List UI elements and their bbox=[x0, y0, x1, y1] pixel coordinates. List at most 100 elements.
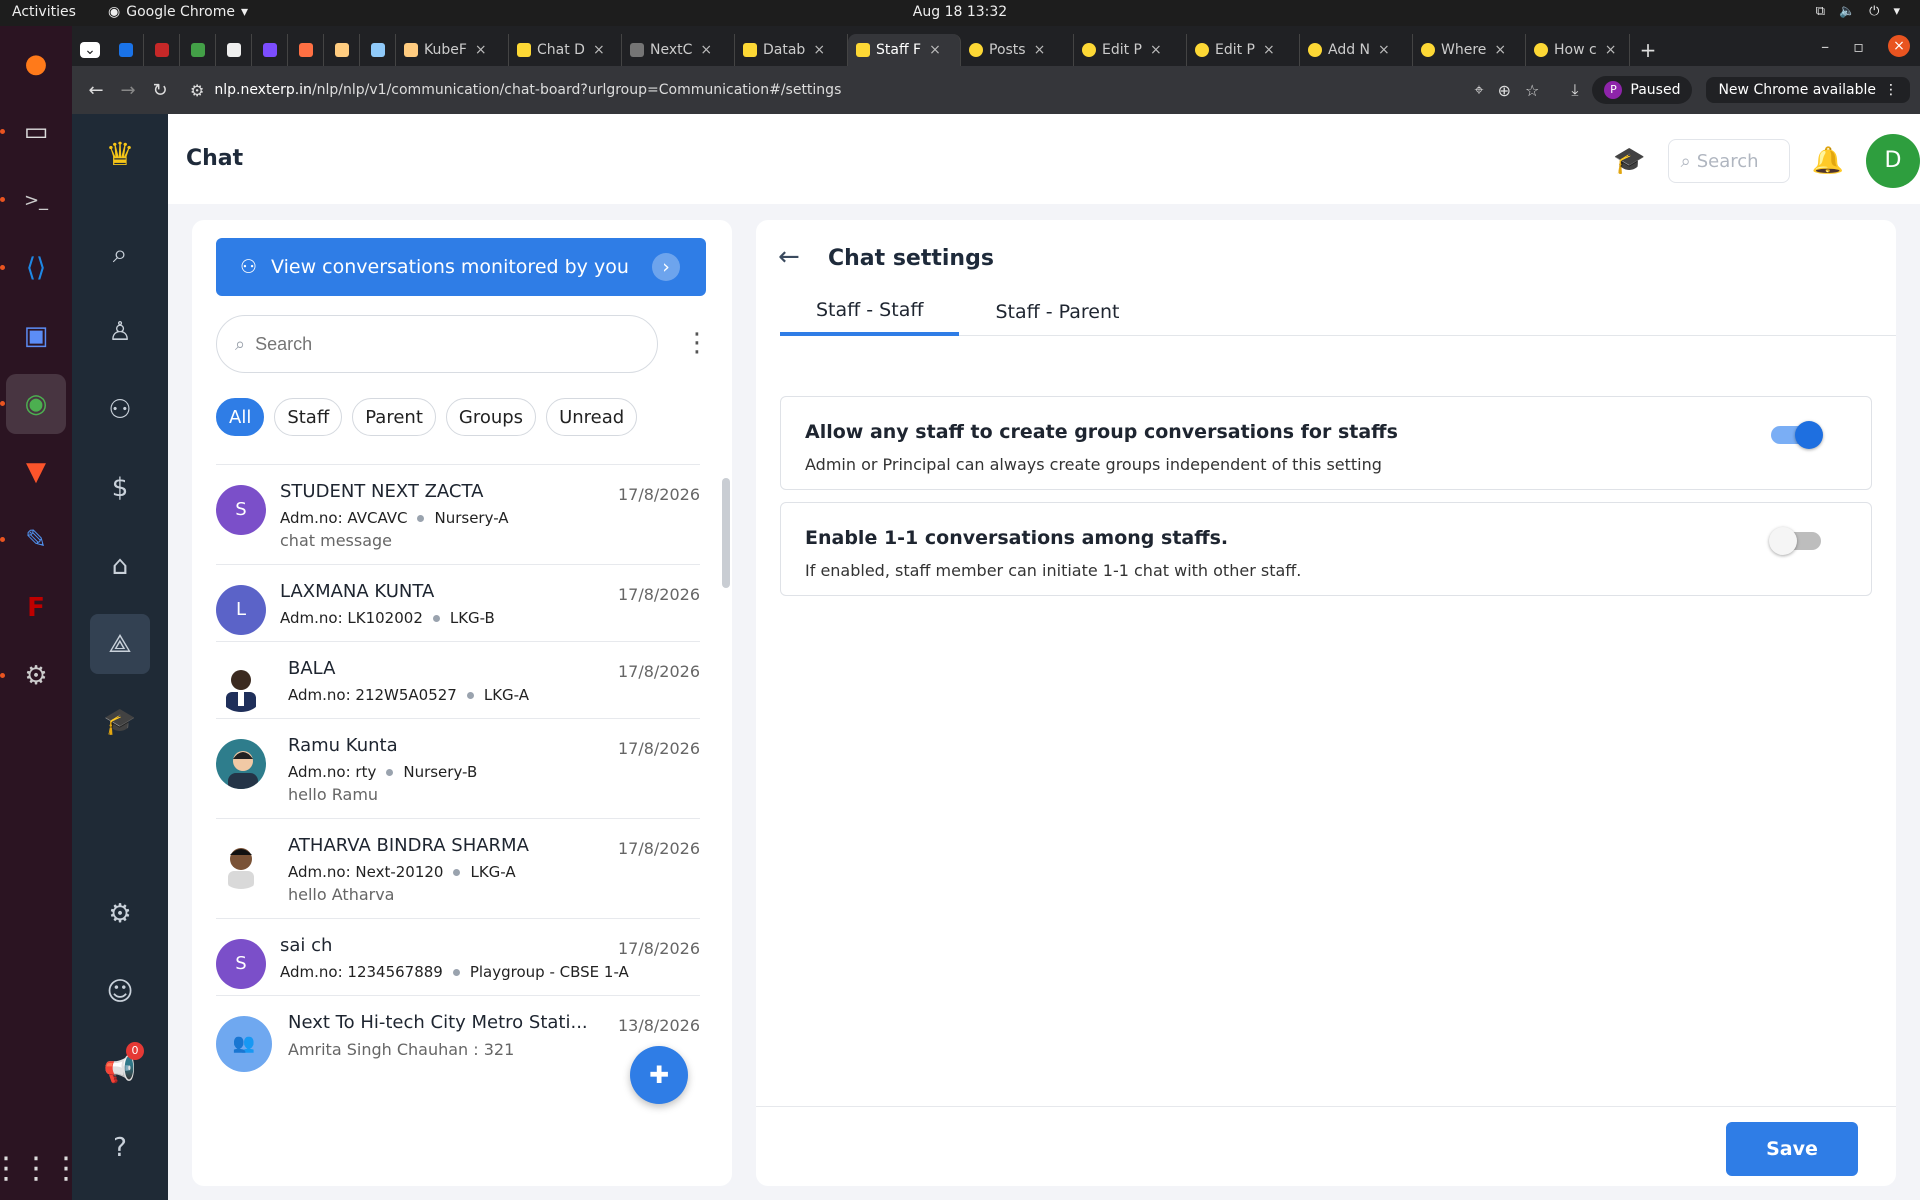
close-icon[interactable]: × bbox=[1494, 42, 1506, 58]
close-icon[interactable]: × bbox=[929, 42, 941, 58]
graduation-cap-icon[interactable]: 🎓 bbox=[1613, 146, 1645, 176]
close-icon[interactable]: × bbox=[813, 42, 825, 58]
tab[interactable]: How c × bbox=[1526, 34, 1630, 66]
sidebar-item-academics[interactable]: 🎓 bbox=[90, 692, 150, 752]
tab[interactable]: KubeF × bbox=[396, 34, 509, 66]
dock-firefox[interactable]: ● bbox=[6, 34, 66, 94]
tab[interactable] bbox=[216, 34, 252, 66]
more-vert-icon[interactable]: ⋮ bbox=[684, 328, 710, 358]
sidebar-item-search[interactable]: ⌕ bbox=[90, 224, 150, 284]
sidebar-item-support[interactable]: ☺ bbox=[90, 962, 150, 1022]
app-logo[interactable]: ♛ bbox=[90, 124, 150, 184]
save-button[interactable]: Save bbox=[1726, 1122, 1858, 1176]
reload-icon[interactable]: ↻ bbox=[144, 80, 176, 101]
sidebar-item-finance[interactable]: $ bbox=[90, 458, 150, 518]
close-icon[interactable]: × bbox=[700, 42, 712, 58]
tab[interactable]: Where × bbox=[1413, 34, 1526, 66]
restore-icon[interactable]: ▫ bbox=[1853, 37, 1864, 56]
tab-active[interactable]: Staff F × bbox=[848, 34, 961, 66]
tab[interactable] bbox=[288, 34, 324, 66]
dock-files[interactable]: ▭ bbox=[0, 102, 66, 162]
close-icon[interactable]: × bbox=[1034, 42, 1046, 58]
sidebar-item-people[interactable]: ⚇ bbox=[90, 380, 150, 440]
dock-vscode[interactable]: ⟨⟩ bbox=[0, 238, 66, 298]
app-menu[interactable]: ◉ Google Chrome ▾ bbox=[108, 4, 248, 20]
download-icon[interactable]: ⤓ bbox=[1571, 80, 1578, 100]
site-info-icon[interactable]: ⚙ bbox=[190, 81, 204, 100]
dock-brave[interactable]: ▼ bbox=[6, 442, 66, 502]
profile-paused-button[interactable]: P Paused bbox=[1592, 76, 1693, 104]
system-tray[interactable]: ⧉ 🔈 ⏻ ▾ bbox=[1816, 4, 1900, 19]
forward-icon[interactable]: → bbox=[112, 80, 144, 101]
filter-parent[interactable]: Parent bbox=[352, 398, 436, 436]
dock-filezilla[interactable]: F bbox=[6, 578, 66, 638]
tab[interactable]: Edit P × bbox=[1187, 34, 1300, 66]
tab[interactable] bbox=[144, 34, 180, 66]
close-icon[interactable]: × bbox=[1150, 42, 1162, 58]
scrollbar[interactable] bbox=[722, 478, 730, 588]
close-icon[interactable]: × bbox=[1263, 42, 1275, 58]
tab[interactable] bbox=[252, 34, 288, 66]
user-avatar[interactable]: D bbox=[1866, 134, 1920, 188]
list-item[interactable]: S STUDENT NEXT ZACTA Adm.no: AVCAVC Nurse… bbox=[216, 464, 700, 564]
chat-search-field[interactable]: ⌕ bbox=[216, 315, 658, 373]
group-conversations-toggle[interactable] bbox=[1771, 421, 1823, 449]
tab[interactable]: Chat D × bbox=[509, 34, 622, 66]
dock-screenshot[interactable]: ▣ bbox=[6, 306, 66, 366]
bell-icon[interactable]: 🔔 bbox=[1812, 146, 1844, 176]
close-icon[interactable]: × bbox=[475, 42, 487, 58]
tab[interactable] bbox=[360, 34, 396, 66]
dock-chrome[interactable]: ◉ bbox=[0, 374, 66, 434]
one-to-one-toggle[interactable] bbox=[1769, 527, 1821, 555]
dock-java-ide[interactable]: ⚙ bbox=[0, 646, 66, 706]
sidebar-item-communication[interactable]: ⟁ bbox=[90, 614, 150, 674]
sidebar-item-help[interactable]: ? bbox=[90, 1118, 150, 1178]
tab[interactable] bbox=[180, 34, 216, 66]
sidebar-item-announcements[interactable]: 📢 0 bbox=[90, 1040, 150, 1100]
dock-text-editor[interactable]: ✎ bbox=[0, 510, 66, 570]
tab[interactable]: Datab × bbox=[735, 34, 848, 66]
filter-all[interactable]: All bbox=[216, 398, 265, 436]
list-item[interactable]: L LAXMANA KUNTA Adm.no: LK102002 LKG-B 17… bbox=[216, 564, 700, 641]
address-bar[interactable]: nlp.nexterp.in/nlp/nlp/v1/communication/… bbox=[214, 82, 1474, 98]
tab-staff-staff[interactable]: Staff - Staff bbox=[780, 288, 960, 336]
close-icon[interactable]: × bbox=[1605, 42, 1617, 58]
show-apps-icon[interactable]: ⋮⋮⋮ bbox=[0, 1151, 81, 1186]
bookmark-star-icon[interactable]: ☆ bbox=[1525, 81, 1539, 100]
list-item[interactable]: 👥 Next To Hi-tech City Metro Stati... Am… bbox=[216, 995, 700, 1073]
list-item[interactable]: BALA Adm.no: 212W5A0527 LKG-A 17/8/2026 bbox=[216, 641, 700, 718]
list-item[interactable]: ATHARVA BINDRA SHARMA Adm.no: Next-20120… bbox=[216, 818, 700, 918]
tab-staff-parent[interactable]: Staff - Parent bbox=[959, 288, 1155, 336]
search-input[interactable] bbox=[255, 333, 556, 355]
new-chat-button[interactable]: ✚ bbox=[630, 1046, 688, 1104]
tab[interactable]: Add N × bbox=[1300, 34, 1413, 66]
activities-button[interactable]: Activities bbox=[12, 4, 76, 20]
close-icon[interactable]: × bbox=[1378, 42, 1390, 58]
back-icon[interactable]: ← bbox=[80, 80, 112, 101]
dock-terminal[interactable]: >_ bbox=[0, 170, 66, 230]
sidebar-item-school[interactable]: ⌂ bbox=[90, 536, 150, 596]
clock[interactable]: Aug 18 13:32 bbox=[0, 4, 1920, 20]
back-arrow-icon[interactable]: ← bbox=[778, 242, 800, 272]
tab[interactable]: Posts × bbox=[961, 34, 1074, 66]
tab[interactable] bbox=[324, 34, 360, 66]
close-window-icon[interactable]: × bbox=[1888, 35, 1910, 57]
filter-unread[interactable]: Unread bbox=[546, 398, 638, 436]
minimize-icon[interactable]: – bbox=[1821, 37, 1829, 56]
filter-groups[interactable]: Groups bbox=[445, 398, 537, 436]
view-monitored-conversations-button[interactable]: ⚇ View conversations monitored by you › bbox=[216, 238, 706, 296]
tab-search-button[interactable]: ⌄ bbox=[72, 34, 108, 66]
list-item[interactable]: S sai ch Adm.no: 1234567889 Playgroup - C… bbox=[216, 918, 700, 995]
filter-staff[interactable]: Staff bbox=[274, 398, 343, 436]
sidebar-item-settings[interactable]: ⚙ bbox=[90, 884, 150, 944]
tab[interactable]: Edit P × bbox=[1074, 34, 1187, 66]
close-icon[interactable]: × bbox=[593, 42, 605, 58]
sidebar-item-student[interactable]: ♙ bbox=[90, 302, 150, 362]
new-tab-button[interactable]: + bbox=[1630, 34, 1666, 66]
zoom-icon[interactable]: ⊕ bbox=[1498, 81, 1511, 100]
tab[interactable] bbox=[108, 34, 144, 66]
chrome-update-button[interactable]: New Chrome available ⋮ bbox=[1706, 77, 1910, 103]
tab[interactable]: NextC × bbox=[622, 34, 735, 66]
list-item[interactable]: Ramu Kunta Adm.no: rty Nursery-B hello Ra… bbox=[216, 718, 700, 818]
header-search[interactable]: ⌕ Search bbox=[1667, 139, 1790, 183]
